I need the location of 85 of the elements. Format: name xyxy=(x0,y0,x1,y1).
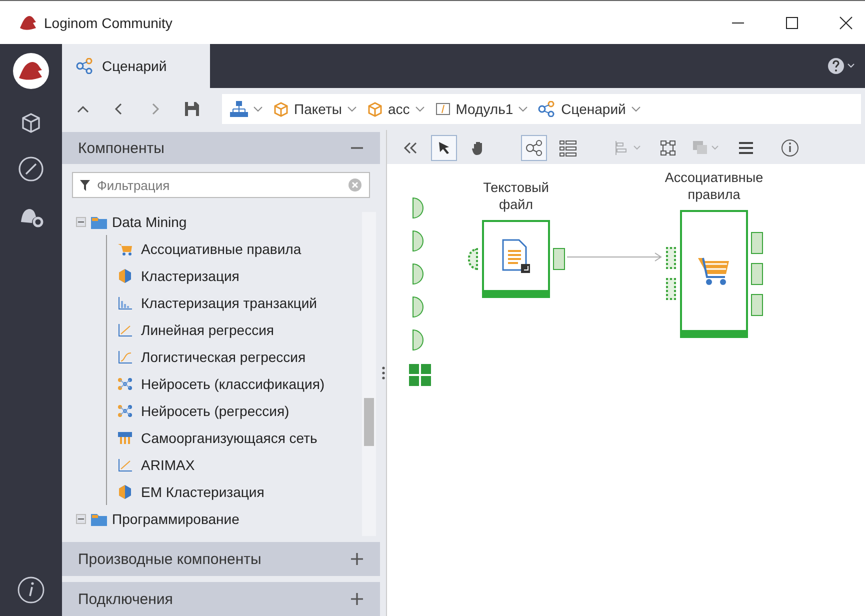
hexagon-icon xyxy=(117,268,133,284)
input-port[interactable] xyxy=(468,248,478,270)
tree-item[interactable]: Нейросеть (регрессия) xyxy=(141,402,290,418)
info-icon[interactable] xyxy=(17,576,45,604)
maximize-icon[interactable] xyxy=(785,16,799,30)
cube-icon[interactable] xyxy=(20,112,42,134)
breadcrumb[interactable]: Пакеты xyxy=(273,101,357,117)
list-icon xyxy=(559,139,577,157)
node-label: Ассоциативные правила xyxy=(664,170,764,204)
output-port[interactable] xyxy=(553,248,565,270)
output-port[interactable] xyxy=(751,262,763,285)
panel-title: Подключения xyxy=(78,590,173,608)
tree-item[interactable]: Программирование xyxy=(112,510,240,526)
panel-title: Производные компоненты xyxy=(78,550,262,568)
collapse-icon[interactable] xyxy=(76,514,86,524)
breadcrumb[interactable]: acc xyxy=(366,101,425,117)
splitter-handle-icon[interactable] xyxy=(382,366,384,380)
curve-chart-icon xyxy=(117,348,133,364)
scrollbar[interactable] xyxy=(362,212,376,536)
scenario-tab[interactable]: Сценарий xyxy=(62,44,210,88)
tree-item[interactable]: ARIMAX xyxy=(141,456,195,472)
caret-icon xyxy=(346,106,357,112)
breadcrumb[interactable]: Модуль1 xyxy=(434,101,528,117)
tree-item[interactable]: Линейная регрессия xyxy=(141,322,274,338)
hand-icon xyxy=(471,140,485,156)
box-icon xyxy=(366,101,383,117)
compass-icon[interactable] xyxy=(18,156,44,182)
plus-icon[interactable] xyxy=(350,552,364,566)
window-title: Loginom Community xyxy=(44,14,172,30)
filter-icon xyxy=(80,180,90,191)
breadcrumb[interactable] xyxy=(230,100,263,118)
double-chevron-icon xyxy=(402,141,418,155)
tree-item[interactable]: Нейросеть (классификация) xyxy=(141,376,325,392)
tree-item[interactable]: Самоорганизующаяся сеть xyxy=(141,430,318,446)
layout-icon xyxy=(660,140,676,156)
node-box[interactable] xyxy=(680,210,748,338)
breadcrumb[interactable]: Сценарий xyxy=(538,101,641,117)
network-icon xyxy=(117,376,133,392)
tree-item[interactable]: EM Кластеризация xyxy=(141,484,264,500)
tree-item[interactable]: Data Mining xyxy=(112,214,187,230)
avatar-icon[interactable] xyxy=(12,52,50,90)
input-port[interactable] xyxy=(666,278,676,300)
tree-item[interactable]: Кластеризация xyxy=(141,268,240,284)
node-label: Текстовый файл xyxy=(482,180,550,214)
panel-header[interactable]: Компоненты xyxy=(62,132,380,164)
close-icon[interactable] xyxy=(839,16,853,30)
panel-header[interactable]: Подключения xyxy=(62,582,380,616)
bar-chart-icon xyxy=(117,294,133,310)
graph-tool-button[interactable] xyxy=(521,135,547,161)
scenario-icon xyxy=(76,58,94,74)
network-icon xyxy=(117,402,133,418)
scenario-icon xyxy=(538,101,556,117)
line-chart-icon xyxy=(117,322,133,338)
tree-item[interactable]: Кластеризация транзакций xyxy=(141,294,317,310)
cursor-icon xyxy=(437,141,451,155)
caret-icon xyxy=(414,106,425,112)
collapse-icon[interactable] xyxy=(76,216,86,226)
help-icon[interactable] xyxy=(827,57,857,75)
panel-header[interactable]: Производные компоненты xyxy=(62,542,380,576)
panel-title: Компоненты xyxy=(78,140,164,156)
menu-icon xyxy=(738,141,754,155)
caret-icon xyxy=(253,106,263,112)
tree-item[interactable]: Ассоциативные правила xyxy=(141,240,302,256)
hexagon-icon xyxy=(117,484,133,500)
caret-icon xyxy=(630,106,641,112)
hierarchy-icon xyxy=(230,100,248,118)
output-port[interactable] xyxy=(751,232,763,254)
tree-item[interactable]: Логистическая регрессия xyxy=(141,348,306,364)
line-chart-icon xyxy=(117,456,133,472)
document-icon xyxy=(501,238,531,273)
module-icon xyxy=(434,101,451,117)
box-icon xyxy=(273,101,289,117)
table-icon xyxy=(117,430,133,446)
node-box[interactable] xyxy=(482,220,550,298)
output-port[interactable] xyxy=(751,294,763,316)
pointer-tool-button[interactable] xyxy=(431,135,457,161)
input-port[interactable] xyxy=(666,247,676,270)
hat-logo-icon xyxy=(18,14,38,32)
filter-field[interactable]: Фильтрация xyxy=(72,172,370,198)
info-icon xyxy=(781,139,799,157)
nodes-icon xyxy=(525,139,543,157)
save-icon[interactable] xyxy=(184,101,200,117)
caret-icon xyxy=(518,106,528,112)
plus-icon[interactable] xyxy=(350,592,364,606)
cart-icon xyxy=(117,242,133,256)
